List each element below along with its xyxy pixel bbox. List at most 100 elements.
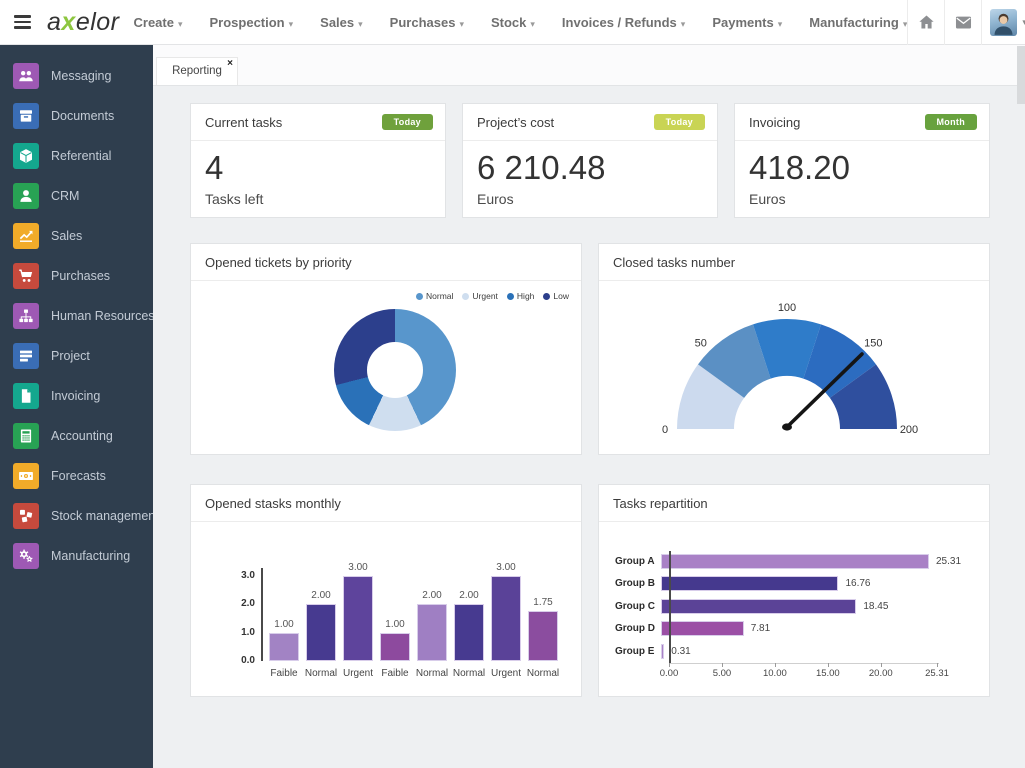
- gauge-tick-label: 50: [695, 338, 707, 350]
- kpi-row: Current tasksToday4Tasks leftProject’s c…: [190, 103, 990, 218]
- card-title: Closed tasks number: [613, 255, 735, 270]
- sidebar-item-manufacturing[interactable]: Manufacturing: [0, 536, 153, 576]
- kpi-value: 418.20: [749, 148, 975, 188]
- mail-icon[interactable]: [945, 0, 981, 45]
- app-logo[interactable]: axelor: [47, 8, 120, 37]
- sidebar-item-stock-management[interactable]: Stock management: [0, 496, 153, 536]
- menu-item-purchases[interactable]: Purchases▾: [390, 15, 464, 30]
- category-label: Group A: [615, 556, 661, 567]
- card-header: Opened stasks monthly: [191, 485, 581, 522]
- x-axis-label: 0.00: [660, 668, 679, 679]
- chart-legend: NormalUrgentHighLow: [416, 291, 569, 301]
- bar-column: 2.00: [306, 590, 336, 661]
- gauge-tick-label: 0: [662, 424, 668, 436]
- axis-tick: [828, 663, 829, 667]
- bars-area: 1.002.003.001.002.002.003.001.75: [269, 522, 565, 661]
- menu-item-stock[interactable]: Stock▾: [491, 15, 535, 30]
- menu-item-manufacturing[interactable]: Manufacturing▾: [809, 15, 907, 30]
- menu-item-create[interactable]: Create▾: [134, 15, 183, 30]
- user-menu[interactable]: ▾: [982, 9, 1025, 36]
- category-label: Normal: [303, 668, 340, 679]
- menu-item-sales[interactable]: Sales▾: [320, 15, 363, 30]
- axis-tick: [669, 663, 670, 667]
- kpi-value: 4: [205, 148, 431, 188]
- x-axis-line: [669, 663, 939, 664]
- bar: [454, 604, 484, 661]
- bar-value-label: 1.00: [274, 619, 293, 630]
- kpi-body: 6 210.48Euros: [463, 141, 717, 207]
- bar: [661, 621, 744, 636]
- legend-item-normal: Normal: [416, 291, 453, 301]
- bar-value-label: 0.31: [671, 646, 690, 657]
- kpi-card-current-tasks: Current tasksToday 4 Tasks left: [190, 103, 446, 218]
- category-label: Normal: [451, 668, 488, 679]
- user-avatar[interactable]: [990, 9, 1017, 36]
- card-tickets-by-priority: Opened tickets by priority NormalUrgentH…: [190, 243, 582, 455]
- bar-value-label: 2.00: [422, 590, 441, 601]
- bar: [343, 576, 373, 661]
- bar-column: 3.00: [343, 562, 373, 661]
- sidebar-item-sales[interactable]: Sales: [0, 216, 153, 256]
- legend-item-urgent: Urgent: [462, 291, 498, 301]
- kpi-value: 6 210.48: [477, 148, 703, 188]
- chevron-down-icon: ▾: [681, 19, 686, 29]
- axis-tick: [775, 663, 776, 667]
- category-label: Group E: [615, 646, 661, 657]
- sidebar-item-label: Documents: [51, 109, 114, 123]
- sidebar-item-invoicing[interactable]: Invoicing: [0, 376, 153, 416]
- sidebar-item-project[interactable]: Project: [0, 336, 153, 376]
- category-label: Faible: [377, 668, 414, 679]
- category-label: Group B: [615, 578, 661, 589]
- money-icon: [13, 463, 39, 489]
- card-tasks-repartition: Tasks repartition Group A25.31Group B16.…: [598, 484, 990, 697]
- tab-label: Reporting: [157, 65, 237, 77]
- menu-item-prospection[interactable]: Prospection▾: [210, 15, 294, 30]
- kpi-body: 418.20Euros: [735, 141, 989, 207]
- menu-item-payments[interactable]: Payments▾: [712, 15, 782, 30]
- bar-value-label: 1.75: [533, 597, 552, 608]
- bar-zone: 7.81: [661, 620, 977, 637]
- status-badge: Today: [382, 114, 433, 130]
- tab-bar: Reporting ×: [153, 45, 1025, 86]
- category-label: Group C: [615, 601, 661, 612]
- tab-close-icon[interactable]: ×: [227, 59, 233, 69]
- bar-column: 2.00: [417, 590, 447, 661]
- sidebar-item-label: CRM: [51, 189, 79, 203]
- bar-value-label: 7.81: [751, 623, 770, 634]
- chevron-down-icon: ▾: [778, 19, 783, 29]
- kpi-subtitle: Tasks left: [205, 191, 431, 207]
- gauge-plot: 050100150200: [599, 281, 989, 456]
- sidebar-item-documents[interactable]: Documents: [0, 96, 153, 136]
- axis-tick: [722, 663, 723, 667]
- sidebar-item-label: Project: [51, 349, 90, 363]
- home-icon[interactable]: [908, 0, 944, 45]
- sidebar-item-purchases[interactable]: Purchases: [0, 256, 153, 296]
- x-axis-labels: FaibleNormalUrgentFaibleNormalNormalUrge…: [266, 668, 562, 679]
- bar: [661, 576, 838, 591]
- tab-reporting[interactable]: Reporting ×: [156, 57, 238, 85]
- sidebar-item-referential[interactable]: Referential: [0, 136, 153, 176]
- y-axis-line: [669, 551, 671, 663]
- main-menu-bar: Create▾ Prospection▾ Sales▾ Purchases▾ Stock…: [134, 15, 908, 30]
- menu-item-invoices-refunds[interactable]: Invoices / Refunds▾: [562, 15, 685, 30]
- gears-icon: [13, 543, 39, 569]
- bar-value-label: 25.31: [936, 556, 961, 567]
- gauge-tick-label: 100: [778, 302, 796, 314]
- bars-icon: [13, 343, 39, 369]
- sidebar-item-accounting[interactable]: Accounting: [0, 416, 153, 456]
- category-label: Urgent: [340, 668, 377, 679]
- card-header: Current tasksToday: [191, 104, 445, 141]
- file-icon: [13, 383, 39, 409]
- category-label: Normal: [525, 668, 562, 679]
- scrollbar-thumb[interactable]: [1017, 46, 1025, 104]
- bar-value-label: 3.00: [348, 562, 367, 573]
- sidebar-item-messaging[interactable]: Messaging: [0, 56, 153, 96]
- sidebar-item-crm[interactable]: CRM: [0, 176, 153, 216]
- archive-icon: [13, 103, 39, 129]
- sidebar-item-label: Stock management: [51, 509, 159, 523]
- bar-zone: 18.45: [661, 598, 977, 615]
- hamburger-menu-icon[interactable]: [0, 15, 31, 29]
- sidebar-item-forecasts[interactable]: Forecasts: [0, 456, 153, 496]
- sidebar-item-human-resources[interactable]: Human Resources: [0, 296, 153, 336]
- y-axis-label: 2.0: [229, 598, 255, 609]
